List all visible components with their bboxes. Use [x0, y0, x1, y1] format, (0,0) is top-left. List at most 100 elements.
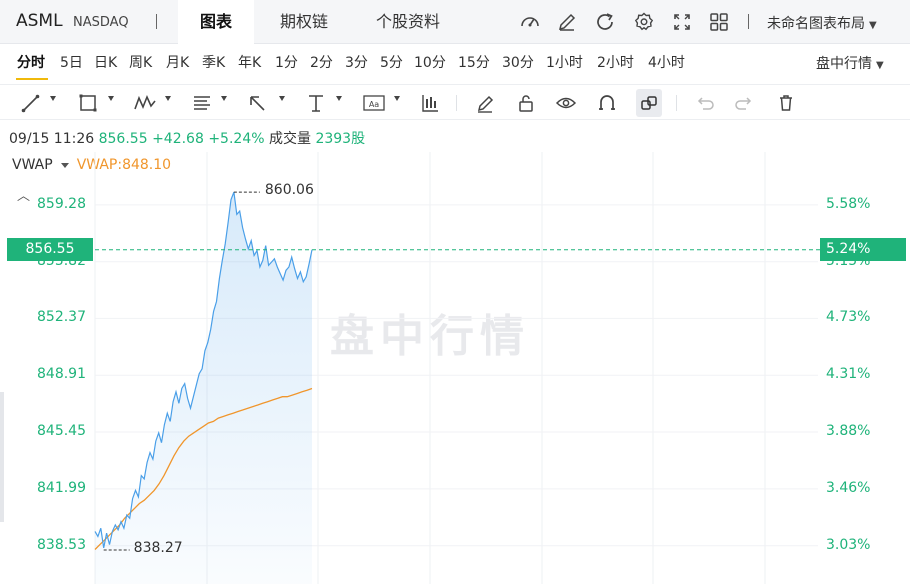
period-2h[interactable]: 2小时: [597, 52, 634, 72]
period-intraday[interactable]: 分时: [17, 52, 45, 72]
period-2min[interactable]: 2分: [310, 52, 333, 72]
chevron-down-icon[interactable]: [165, 96, 171, 101]
active-period-underline: [16, 78, 48, 80]
refresh-icon[interactable]: [594, 11, 616, 33]
y-axis-tick-label: 848.91: [37, 366, 86, 383]
lock-tool[interactable]: [515, 89, 537, 117]
rectangle-icon: [79, 94, 97, 112]
link-tool[interactable]: [636, 89, 662, 117]
magnet-tool[interactable]: [596, 89, 618, 117]
period-3min[interactable]: 3分: [345, 52, 368, 72]
toolbar-divider: [456, 95, 457, 111]
period-bar: 分时 5日 日K 周K 月K 季K 年K 1分 2分 3分 5分 10分 15分…: [0, 44, 910, 82]
chevron-down-icon[interactable]: [394, 96, 400, 101]
link-icon: [641, 96, 657, 110]
period-yearly[interactable]: 年K: [238, 52, 261, 72]
gauge-icon[interactable]: [519, 11, 541, 33]
pattern-tool[interactable]: [133, 89, 157, 117]
tab-option-chain[interactable]: 期权链: [262, 0, 346, 44]
layout-dropdown[interactable]: 未命名图表布局 ▼: [767, 13, 877, 33]
volume-label: 成交量: [269, 131, 311, 147]
redo-button[interactable]: [735, 89, 755, 117]
pct-axis-tick-label: 4.31%: [826, 366, 871, 383]
trash-icon: [780, 95, 792, 111]
period-5d[interactable]: 5日: [60, 52, 83, 72]
chevron-down-icon[interactable]: [336, 96, 342, 101]
tab-chart[interactable]: 图表: [178, 0, 254, 44]
magnet-icon: [599, 95, 615, 110]
brush-icon: [477, 95, 494, 113]
eye-icon: [555, 97, 577, 109]
side-panel-handle[interactable]: [0, 392, 4, 522]
header-divider: [156, 14, 157, 29]
bar-chart-icon: [422, 95, 438, 112]
period-quarterly[interactable]: 季K: [202, 52, 225, 72]
chevron-down-icon[interactable]: [221, 96, 227, 101]
measure-tool[interactable]: [305, 89, 327, 117]
top-bar: ASML NASDAQ 图表 期权链 个股资料 未命名图表布局 ▼: [0, 0, 910, 44]
current-price-tag: 856.55: [7, 238, 93, 262]
pct-axis-tick-label: 3.46%: [826, 479, 871, 496]
edit-icon[interactable]: [556, 11, 578, 33]
pct-axis-tick-label: 3.88%: [826, 423, 871, 440]
indicator-tool[interactable]: [420, 89, 440, 117]
period-30min[interactable]: 30分: [502, 52, 534, 72]
chevron-down-icon[interactable]: [108, 96, 114, 101]
period-10min[interactable]: 10分: [414, 52, 446, 72]
grid-layout-icon[interactable]: [708, 11, 730, 33]
chevron-down-icon[interactable]: [50, 96, 56, 101]
quote-change: +42.68: [152, 131, 204, 147]
current-pct-tag: 5.24%: [820, 238, 906, 262]
rectangle-tool[interactable]: [77, 89, 99, 117]
brush-tool[interactable]: [474, 89, 496, 117]
period-1min[interactable]: 1分: [275, 52, 298, 72]
y-axis-tick-label: 841.99: [37, 479, 86, 496]
period-1h[interactable]: 1小时: [546, 52, 583, 72]
visibility-tool[interactable]: [555, 89, 577, 117]
tab-stock-profile[interactable]: 个股资料: [356, 0, 460, 44]
layout-label: 未命名图表布局: [767, 16, 865, 32]
quote-datetime: 09/15 11:26: [9, 131, 95, 147]
delete-button[interactable]: [776, 89, 796, 117]
volume-value: 2393股: [315, 131, 366, 147]
chevron-down-icon[interactable]: [279, 96, 285, 101]
redo-icon: [735, 97, 752, 110]
chevron-down-icon: ▼: [869, 20, 877, 31]
measure-icon: [309, 95, 323, 112]
chevron-down-icon: ▼: [876, 60, 884, 71]
period-15min[interactable]: 15分: [458, 52, 490, 72]
arrow-icon: [250, 96, 265, 111]
settings-icon[interactable]: [633, 11, 655, 33]
drawing-toolbar: Aa: [0, 84, 910, 120]
fullscreen-icon[interactable]: [671, 11, 693, 33]
undo-button[interactable]: [694, 89, 714, 117]
svg-text:Aa: Aa: [369, 100, 379, 109]
fibonacci-icon: [194, 96, 210, 110]
intraday-chart[interactable]: [0, 152, 910, 584]
pattern-icon: [134, 94, 156, 110]
fibonacci-tool[interactable]: [191, 89, 213, 117]
header-divider-2: [748, 14, 749, 29]
text-tool[interactable]: Aa: [362, 89, 386, 117]
period-monthly[interactable]: 月K: [166, 52, 189, 72]
text-icon: Aa: [363, 95, 385, 111]
arrow-tool[interactable]: [246, 89, 268, 117]
y-axis-tick-label: 852.37: [37, 309, 86, 326]
quote-change-pct: +5.24%: [208, 131, 265, 147]
trendline-tool[interactable]: [20, 89, 42, 117]
period-weekly[interactable]: 周K: [129, 52, 152, 72]
period-4h[interactable]: 4小时: [648, 52, 685, 72]
price-area: [95, 192, 312, 584]
session-mode-dropdown[interactable]: 盘中行情 ▼: [816, 53, 884, 73]
y-axis-tick-label: 838.53: [37, 536, 86, 553]
session-mode-label: 盘中行情: [816, 56, 872, 72]
period-daily[interactable]: 日K: [94, 52, 117, 72]
pct-axis-tick-label: 5.58%: [826, 195, 871, 212]
y-axis-tick-label: 845.45: [37, 423, 86, 440]
high-price-label: 860.06: [264, 182, 314, 199]
trendline-icon: [21, 94, 40, 113]
pct-axis-tick-label: 4.73%: [826, 309, 871, 326]
low-price-label: 838.27: [133, 539, 183, 556]
period-5min[interactable]: 5分: [380, 52, 403, 72]
y-axis-tick-label: 859.28: [37, 195, 86, 212]
